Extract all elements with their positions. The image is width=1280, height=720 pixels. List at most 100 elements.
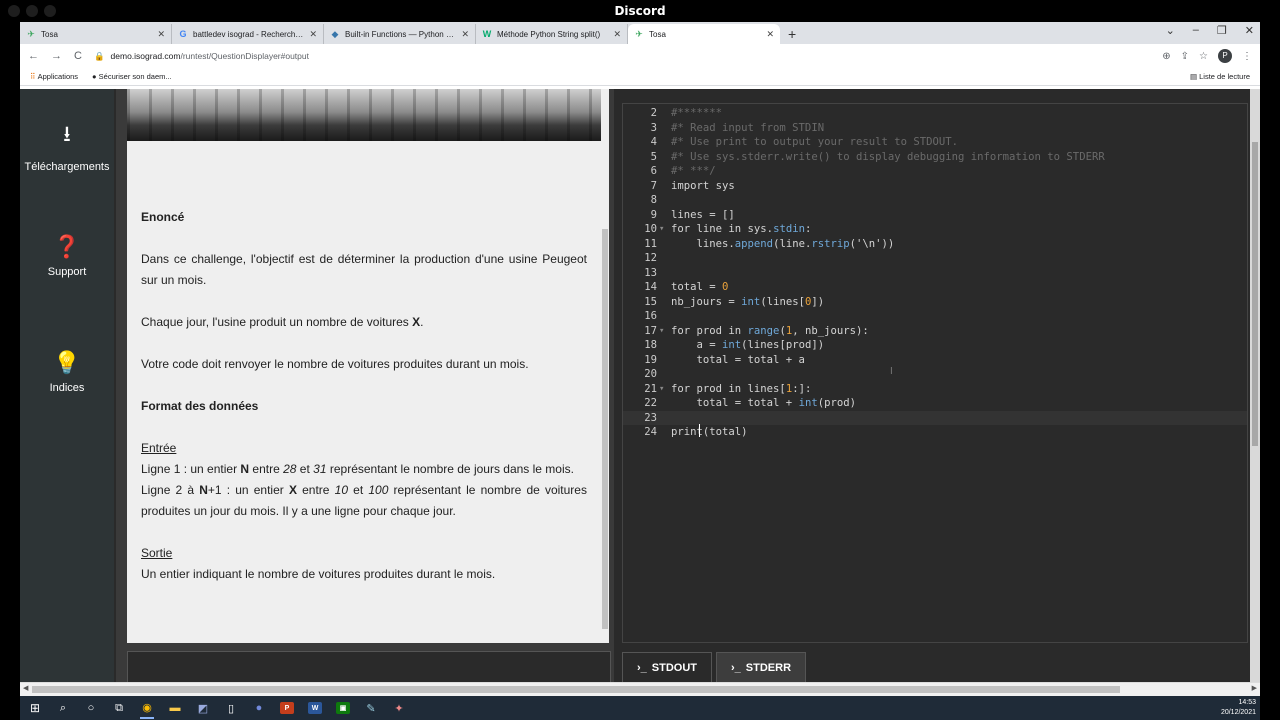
statement-scrollbar[interactable]: [601, 89, 609, 643]
code-line[interactable]: 19 total = total + a: [623, 353, 1247, 368]
star-icon[interactable]: ☆: [1199, 51, 1208, 62]
browser-tab[interactable]: ◆ Built-in Functions — Python 3.1(✕: [324, 24, 476, 44]
terminal-app-icon[interactable]: ▣: [336, 702, 350, 714]
new-tab-button[interactable]: +: [780, 24, 804, 44]
forward-icon[interactable]: →: [51, 50, 62, 62]
chevron-down-icon[interactable]: ⌄: [1166, 24, 1175, 37]
browser-tab[interactable]: Gbattledev isograd - Recherche G ✕: [172, 24, 324, 44]
minimize-icon[interactable]: –: [1193, 24, 1199, 37]
scroll-right-icon[interactable]: ▶: [1252, 684, 1257, 692]
file-explorer-icon[interactable]: ▬: [168, 701, 182, 715]
code-line[interactable]: 15 nb_jours = int(lines[0]): [623, 295, 1247, 310]
code-line[interactable]: 16: [623, 309, 1247, 324]
close-icon[interactable]: ✕: [461, 29, 469, 40]
tab-stdout[interactable]: ›_ STDOUT: [622, 652, 713, 682]
code-line[interactable]: 11 lines.append(line.rstrip('\n')): [623, 237, 1247, 252]
window-controls[interactable]: [8, 5, 56, 17]
fold-arrow-icon[interactable]: ▾: [659, 324, 664, 339]
code-line[interactable]: 6 #* ***/: [623, 164, 1247, 179]
code-line[interactable]: 17 ▾ for prod in range(1, nb_jours):: [623, 324, 1247, 339]
code-line[interactable]: 22 total = total + int(prod): [623, 396, 1247, 411]
close-icon[interactable]: ✕: [613, 29, 621, 40]
line-source: #* ***/: [671, 165, 716, 177]
close-icon[interactable]: ✕: [157, 29, 165, 40]
line-number: 4: [650, 136, 657, 148]
code-line[interactable]: 8: [623, 193, 1247, 208]
format-title: Format des données: [141, 399, 259, 413]
horizontal-scrollbar[interactable]: ◀ ▶: [20, 682, 1260, 696]
bookmark-apps[interactable]: ⠿ Applications: [30, 72, 78, 81]
close-icon[interactable]: ✕: [766, 29, 774, 40]
reload-icon[interactable]: C: [74, 50, 82, 62]
snip-tool-icon[interactable]: ◩: [196, 701, 210, 715]
windows-start-icon[interactable]: ⊞: [28, 701, 42, 715]
statement-paragraph: Dans ce challenge, l'objectif est de dét…: [141, 252, 587, 287]
toolbar-actions: ⊕ ⇪ ☆ P ⋮: [1162, 49, 1252, 63]
scrollbar-thumb[interactable]: [602, 229, 608, 629]
code-line[interactable]: 13: [623, 266, 1247, 281]
share-icon[interactable]: ⇪: [1181, 51, 1189, 62]
code-line[interactable]: 3 #* Read input from STDIN: [623, 121, 1247, 136]
chrome-icon[interactable]: ◉: [140, 697, 154, 719]
discord-icon[interactable]: ●: [252, 701, 266, 715]
hero-image: [127, 89, 601, 141]
scrollbar-thumb[interactable]: [1252, 142, 1258, 446]
code-line[interactable]: 24 print(total): [623, 425, 1247, 440]
line-source: total = 0: [671, 281, 729, 293]
task-view-icon[interactable]: ⧉: [112, 701, 126, 715]
line-number: 18: [644, 339, 657, 351]
browser-tab[interactable]: ✈ Tosa ✕: [20, 24, 172, 44]
line-source: #* Use sys.stderr.write() to display deb…: [671, 150, 1105, 163]
code-line[interactable]: 2 #*******: [623, 106, 1247, 121]
sidebar-item-downloads[interactable]: ⭳ Téléchargements: [20, 117, 114, 173]
notes-icon[interactable]: ✎: [364, 701, 378, 715]
notepad-icon[interactable]: ▯: [224, 701, 238, 715]
search-icon[interactable]: ⌕: [56, 701, 70, 715]
clock[interactable]: 14:53 20/12/2021: [1221, 698, 1256, 718]
back-icon[interactable]: ←: [28, 50, 39, 62]
url-field[interactable]: 🔒 demo.isograd.com/runtest/QuestionDispl…: [94, 51, 1150, 62]
code-line[interactable]: 10 ▾ for line in sys.stdin:: [623, 222, 1247, 237]
tab-stderr[interactable]: ›_ STDERR: [716, 652, 807, 682]
bookmark-item[interactable]: ● Sécuriser son daem...: [92, 72, 172, 81]
line-number: 7: [650, 179, 657, 192]
code-line[interactable]: 20: [623, 367, 1247, 382]
fold-arrow-icon[interactable]: ▾: [659, 382, 664, 397]
scroll-left-icon[interactable]: ◀: [23, 684, 28, 692]
browser-tab-active[interactable]: ✈ Tosa ✕: [628, 24, 780, 44]
zoom-icon[interactable]: ⊕: [1162, 51, 1170, 62]
word-icon[interactable]: W: [308, 702, 322, 714]
code-line[interactable]: 5 #* Use sys.stderr.write() to display de…: [623, 150, 1247, 165]
code-editor[interactable]: 2 #******* 3 #* Read input from STDIN 4 #* Us…: [622, 103, 1248, 643]
python-icon: ◆: [331, 28, 339, 39]
menu-icon[interactable]: ⋮: [1242, 51, 1252, 62]
code-line[interactable]: 9 lines = []: [623, 208, 1247, 223]
line-number: 12: [644, 252, 657, 264]
w3schools-icon: W: [482, 29, 492, 39]
code-line[interactable]: 14 total = 0: [623, 280, 1247, 295]
code-area[interactable]: 2 #******* 3 #* Read input from STDIN 4 #* Us…: [623, 104, 1247, 642]
powerpoint-icon[interactable]: P: [280, 702, 294, 714]
code-line[interactable]: 18 a = int(lines[prod]): [623, 338, 1247, 353]
code-line[interactable]: 7 import sys: [623, 179, 1247, 194]
browser-tab[interactable]: W Méthode Python String split() ✕: [476, 24, 628, 44]
page-scrollbar[interactable]: [1250, 89, 1260, 682]
paint-icon[interactable]: ✦: [392, 701, 406, 715]
scrollbar-thumb[interactable]: [32, 686, 1120, 693]
statement-text: Enoncé Dans ce challenge, l'objectif est…: [141, 207, 587, 585]
avatar[interactable]: P: [1218, 49, 1232, 63]
close-icon[interactable]: ✕: [1245, 24, 1254, 37]
code-line[interactable]: 12: [623, 251, 1247, 266]
bottom-left-panel: [127, 651, 611, 682]
sidebar-item-support[interactable]: ❓ Support: [20, 234, 114, 278]
close-icon[interactable]: ✕: [309, 29, 317, 40]
code-line[interactable]: 21 ▾ for prod in lines[1:]:: [623, 382, 1247, 397]
cortana-icon[interactable]: ○: [84, 701, 98, 715]
reading-list[interactable]: ▤ Liste de lecture: [1190, 72, 1250, 81]
fold-arrow-icon[interactable]: ▾: [659, 222, 664, 237]
line-source: nb_jours = int(lines[0]): [671, 295, 825, 308]
code-line[interactable]: 23: [623, 410, 1247, 425]
code-line[interactable]: 4 #* Use print to output your result to S…: [623, 135, 1247, 150]
sidebar-item-hints[interactable]: 💡 Indices: [20, 350, 114, 394]
restore-icon[interactable]: ❐: [1217, 24, 1227, 37]
